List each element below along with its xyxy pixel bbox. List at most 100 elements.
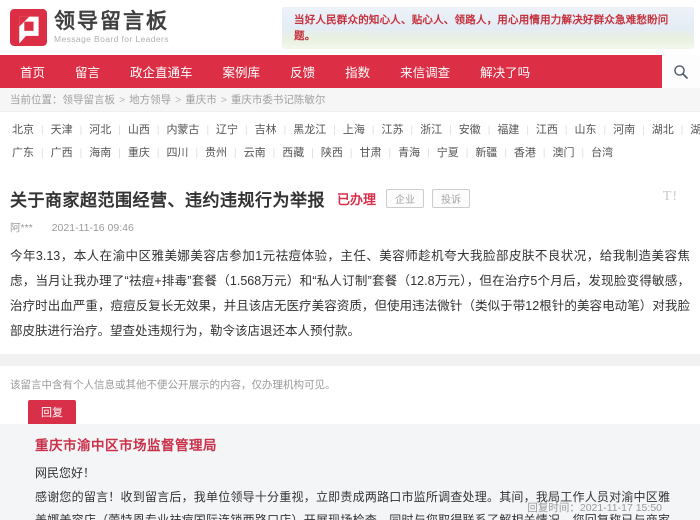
divider: [0, 354, 700, 366]
region-link[interactable]: 江苏: [381, 124, 403, 136]
logo-icon: [10, 9, 47, 46]
separator: |: [388, 148, 391, 159]
region-link[interactable]: 陕西: [321, 147, 343, 159]
region-link[interactable]: 贵州: [205, 147, 227, 159]
message-section: 关于商家超范围经营、违约违规行为举报 已办理 企业投诉 T! 阿*** 2021…: [0, 171, 700, 344]
separator: |: [80, 125, 83, 136]
slogan-line1: 当好人民群众的知心人、贴心人、领路人，用心用情用力解决好群众急难愁盼问题。: [294, 12, 686, 44]
text-size-icon[interactable]: T!: [663, 189, 678, 205]
separator: |: [488, 125, 491, 136]
reply-tab: 回复: [28, 400, 76, 424]
search-button[interactable]: [662, 55, 700, 88]
region-link[interactable]: 福建: [497, 124, 519, 136]
reply-department: 重庆市渝中区市场监督管理局: [35, 434, 670, 454]
breadcrumb-path: 领导留言板>地方领导>重庆市>重庆市委书记陈敏尔: [63, 94, 326, 106]
nav-item[interactable]: 政企直通车: [130, 62, 193, 81]
author-name: 阿***: [10, 222, 33, 234]
separator: |: [427, 148, 430, 159]
separator: |: [245, 125, 248, 136]
region-link[interactable]: 辽宁: [216, 124, 238, 136]
nav-item[interactable]: 反馈: [290, 62, 315, 81]
nav-item[interactable]: 指数: [345, 62, 370, 81]
nav-item[interactable]: 留言: [75, 62, 100, 81]
separator: |: [526, 125, 529, 136]
separator: |: [118, 148, 121, 159]
breadcrumb: 当前位置：领导留言板>地方领导>重庆市>重庆市委书记陈敏尔: [0, 88, 700, 112]
reply-timestamp: 回复时间：2021-11-17 15:50: [527, 500, 662, 515]
region-link[interactable]: 广东: [12, 147, 34, 159]
separator: |: [350, 148, 353, 159]
region-link[interactable]: 重庆: [128, 147, 150, 159]
region-link[interactable]: 江西: [536, 124, 558, 136]
region-link[interactable]: 浙江: [420, 124, 442, 136]
region-link[interactable]: 安徽: [459, 124, 481, 136]
separator: |: [565, 125, 568, 136]
site-logo[interactable]: 领导留言板 Message Board for Leaders: [10, 9, 169, 46]
region-link[interactable]: 黑龙江: [293, 124, 326, 136]
separator: |: [41, 148, 44, 159]
region-link[interactable]: 新疆: [475, 147, 497, 159]
region-link[interactable]: 广西: [51, 147, 73, 159]
region-link[interactable]: 西藏: [282, 147, 304, 159]
separator: |: [604, 125, 607, 136]
privacy-notice: 该留言中含有个人信息或其他不便公开展示的内容，仅办理机构可见。: [10, 377, 690, 392]
region-link[interactable]: 宁夏: [437, 147, 459, 159]
breadcrumb-link[interactable]: 重庆市: [185, 94, 217, 106]
breadcrumb-label: 当前位置：: [10, 94, 63, 106]
region-link[interactable]: 山东: [575, 124, 597, 136]
region-link[interactable]: 上海: [343, 124, 365, 136]
region-link[interactable]: 四川: [166, 147, 188, 159]
region-link[interactable]: 香港: [514, 147, 536, 159]
main-nav: 首页 留言 政企直通车 案例库 反馈 指数 来信调查 解决了吗: [0, 55, 700, 88]
logo-text: 领导留言板 Message Board for Leaders: [54, 11, 169, 44]
separator: |: [284, 125, 287, 136]
region-link[interactable]: 天津: [51, 124, 73, 136]
separator: |: [333, 125, 336, 136]
category-tag: 企业: [386, 189, 424, 208]
separator: >: [175, 94, 181, 106]
message-title: 关于商家超范围经营、违约违规行为举报: [10, 186, 325, 211]
nav-item[interactable]: 来信调查: [400, 62, 450, 81]
separator: |: [118, 125, 121, 136]
category-tag: 投诉: [432, 189, 470, 208]
logo-subtitle: Message Board for Leaders: [54, 34, 169, 44]
status-badge: 已办理: [337, 189, 376, 208]
region-links: 北京 | 天津 | 河北 | 山西 | 内蒙古 | 辽宁 | 吉林 | 黑龙江 | 上海 | 江苏 | 浙江 | 安徽 | 福建…: [0, 112, 700, 171]
region-link[interactable]: 青海: [398, 147, 420, 159]
breadcrumb-link[interactable]: 地方领导: [129, 94, 171, 106]
region-row-1: 北京 | 天津 | 河北 | 山西 | 内蒙古 | 辽宁 | 吉林 | 黑龙江 | 上海 | 江苏 | 浙江 | 安徽 | 福建…: [12, 119, 688, 142]
nav-item[interactable]: 首页: [20, 62, 45, 81]
header: 领导留言板 Message Board for Leaders 当好人民群众的知…: [0, 0, 700, 55]
region-link[interactable]: 河北: [89, 124, 111, 136]
separator: |: [273, 148, 276, 159]
separator: |: [582, 148, 585, 159]
separator: |: [157, 125, 160, 136]
region-link[interactable]: 海南: [89, 147, 111, 159]
nav-item[interactable]: 案例库: [223, 62, 261, 81]
separator: |: [449, 125, 452, 136]
region-link[interactable]: 甘肃: [359, 147, 381, 159]
region-link[interactable]: 吉林: [255, 124, 277, 136]
separator: |: [157, 148, 160, 159]
separator: |: [642, 125, 645, 136]
message-body: 今年3.13，本人在渝中区雅美娜美容店参加1元祛痘体验，主任、美容师趁机夸大我脸…: [10, 244, 690, 344]
slogan-attribution: ——习近平在西藏考察时强调: [294, 47, 686, 49]
region-link[interactable]: 湖北: [652, 124, 674, 136]
separator: |: [466, 148, 469, 159]
region-link[interactable]: 内蒙古: [166, 124, 199, 136]
separator: |: [311, 148, 314, 159]
separator: >: [221, 94, 227, 106]
separator: |: [681, 125, 684, 136]
nav-item[interactable]: 解决了吗: [480, 62, 530, 81]
region-link[interactable]: 云南: [244, 147, 266, 159]
region-link[interactable]: 台湾: [591, 147, 613, 159]
region-link[interactable]: 湖南: [690, 124, 700, 136]
nav-items: 首页 留言 政企直通车 案例库 反馈 指数 来信调查 解决了吗: [20, 62, 560, 81]
message-date: 2021-11-16 09:46: [52, 222, 134, 234]
region-link[interactable]: 山西: [128, 124, 150, 136]
region-link[interactable]: 河南: [613, 124, 635, 136]
breadcrumb-link[interactable]: 领导留言板: [63, 94, 116, 106]
region-link[interactable]: 澳门: [553, 147, 575, 159]
breadcrumb-link[interactable]: 重庆市委书记陈敏尔: [231, 94, 326, 106]
region-link[interactable]: 北京: [12, 124, 34, 136]
